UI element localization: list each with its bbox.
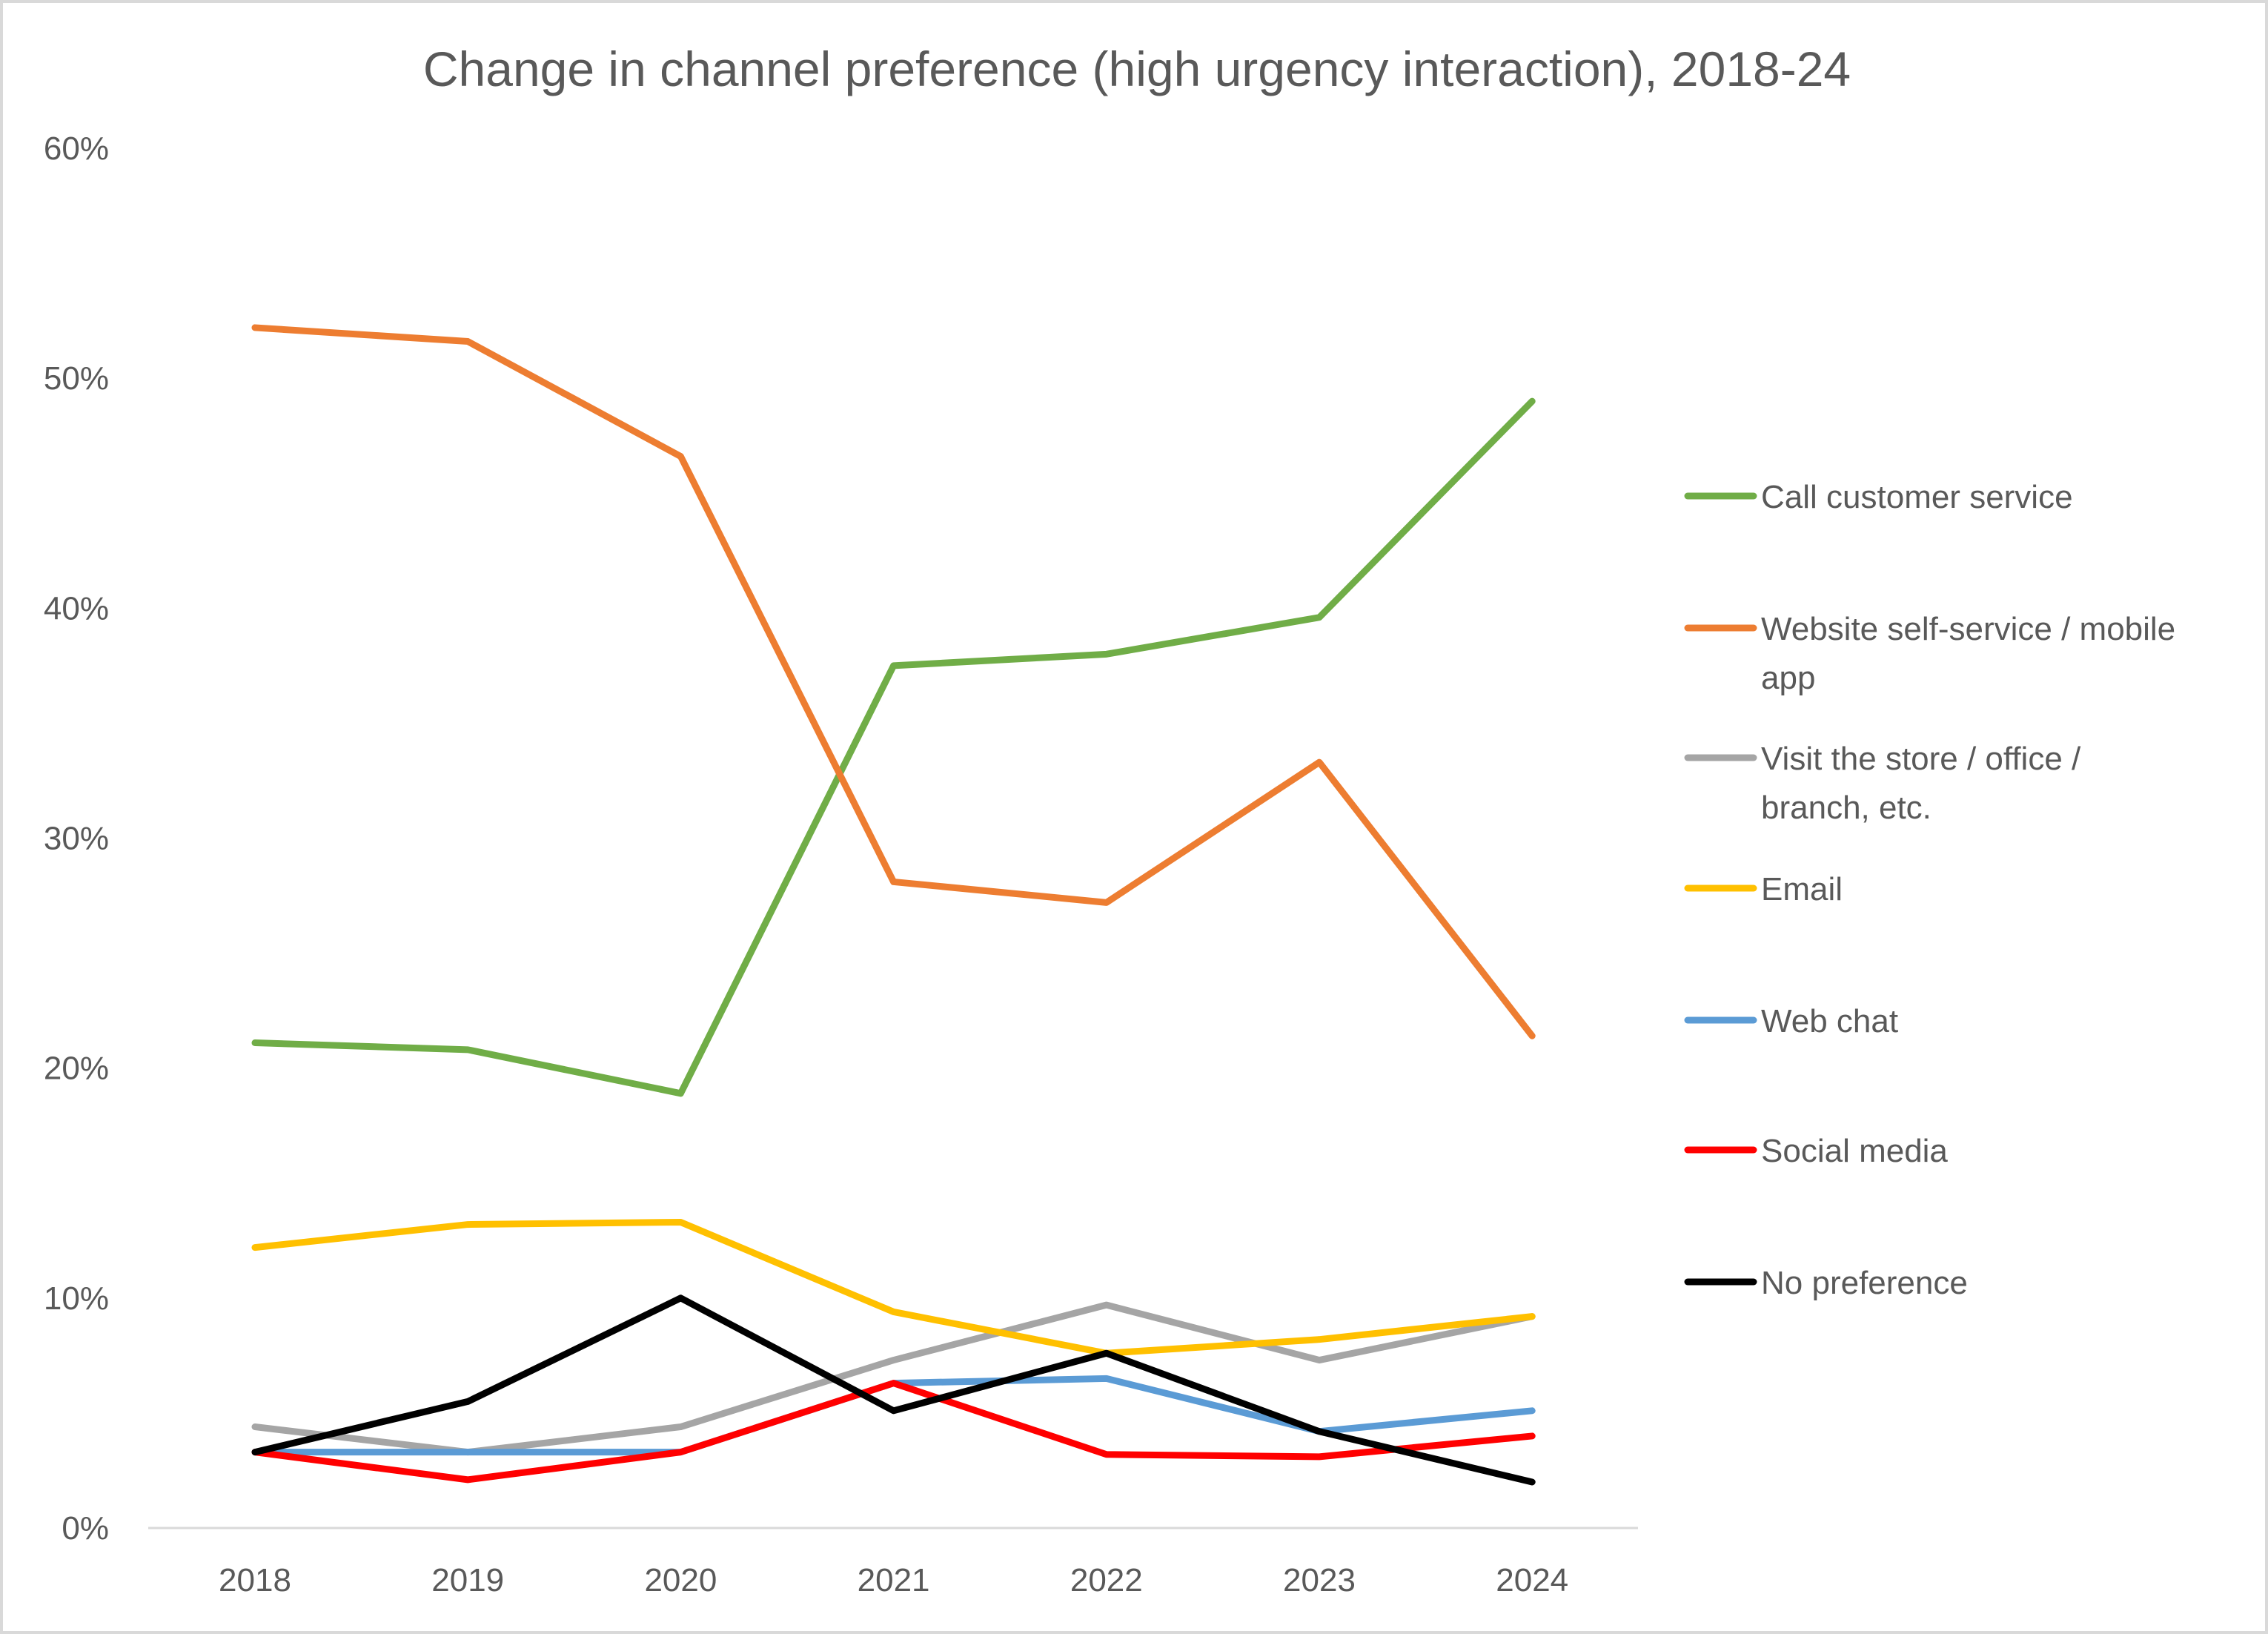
y-tick-label: 30% xyxy=(44,821,109,857)
legend-label: Social media xyxy=(1761,1133,1948,1169)
legend-label: Web chat xyxy=(1761,1003,1898,1039)
series-line xyxy=(255,1222,1532,1353)
legend-item: Email xyxy=(1688,871,1843,907)
legend-label: Website self-service / mobile xyxy=(1761,611,2175,647)
x-axis: 2018 2019 2020 2021 2022 2023 2024 xyxy=(148,1528,1638,1598)
legend-label: Call customer service xyxy=(1761,479,2073,515)
legend-item: Visit the store / office / branch, etc. xyxy=(1688,741,2081,826)
x-tick-label: 2019 xyxy=(431,1562,504,1598)
legend-label: branch, etc. xyxy=(1761,790,1932,826)
series-line xyxy=(255,401,1532,1094)
series-email xyxy=(255,1222,1532,1353)
x-tick-label: 2018 xyxy=(219,1562,291,1598)
legend-item: Website self-service / mobile app xyxy=(1688,611,2175,696)
legend-label: Email xyxy=(1761,871,1843,907)
chart-title: Change in channel preference (high urgen… xyxy=(423,42,1851,96)
legend-item: No preference xyxy=(1688,1265,1968,1301)
series-web-chat xyxy=(255,1378,1532,1452)
legend-item: Social media xyxy=(1688,1133,1948,1169)
x-tick-label: 2020 xyxy=(644,1562,717,1598)
line-chart: Change in channel preference (high urgen… xyxy=(3,3,2268,1637)
series-line xyxy=(255,328,1532,1036)
x-tick-label: 2021 xyxy=(858,1562,930,1598)
x-tick-label: 2023 xyxy=(1283,1562,1356,1598)
y-tick-label: 10% xyxy=(44,1280,109,1317)
x-tick-label: 2024 xyxy=(1496,1562,1568,1598)
legend-label: app xyxy=(1761,660,1815,696)
series-website-self-service-mobile-app xyxy=(255,328,1532,1036)
chart-frame: Change in channel preference (high urgen… xyxy=(0,0,2268,1634)
y-tick-label: 60% xyxy=(44,130,109,167)
y-axis: 0% 10% 20% 30% 40% 50% 60% xyxy=(44,130,109,1547)
y-tick-label: 40% xyxy=(44,590,109,626)
series-line xyxy=(255,1378,1532,1452)
series-layer xyxy=(255,328,1532,1482)
y-tick-label: 50% xyxy=(44,360,109,397)
legend-item: Web chat xyxy=(1688,1003,1898,1039)
legend: Call customer service Website self-servic… xyxy=(1688,479,2175,1301)
legend-label: No preference xyxy=(1761,1265,1968,1301)
legend-label: Visit the store / office / xyxy=(1761,741,2081,777)
x-tick-label: 2022 xyxy=(1070,1562,1143,1598)
legend-item: Call customer service xyxy=(1688,479,2073,515)
y-tick-label: 0% xyxy=(62,1510,109,1547)
series-call-customer-service xyxy=(255,401,1532,1094)
y-tick-label: 20% xyxy=(44,1051,109,1087)
